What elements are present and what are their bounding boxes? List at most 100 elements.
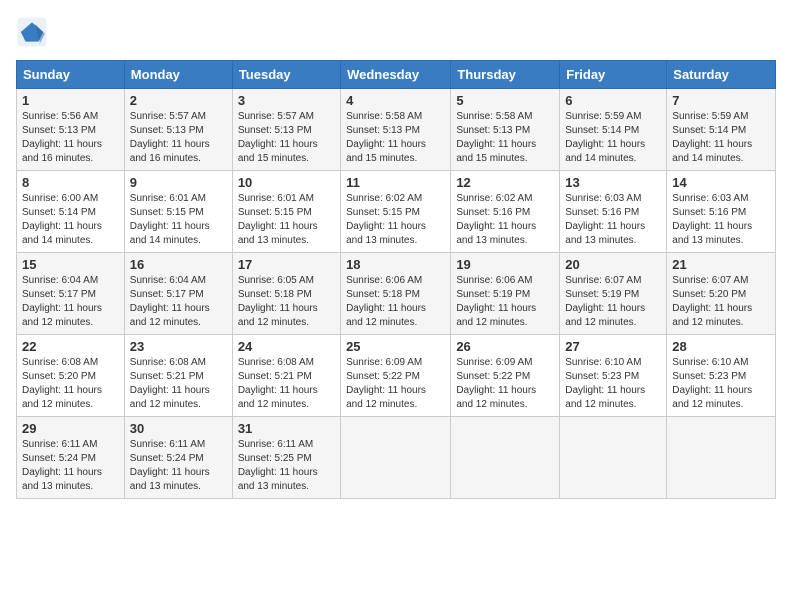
calendar-cell: 16 Sunrise: 6:04 AMSunset: 5:17 PMDaylig… (124, 253, 232, 335)
calendar-cell: 30 Sunrise: 6:11 AMSunset: 5:24 PMDaylig… (124, 417, 232, 499)
calendar-cell (341, 417, 451, 499)
day-number: 23 (130, 339, 227, 354)
calendar-week-3: 15 Sunrise: 6:04 AMSunset: 5:17 PMDaylig… (17, 253, 776, 335)
column-header-tuesday: Tuesday (232, 61, 340, 89)
day-info: Sunrise: 6:00 AMSunset: 5:14 PMDaylight:… (22, 192, 119, 248)
day-number: 24 (238, 339, 335, 354)
day-info: Sunrise: 6:06 AMSunset: 5:18 PMDaylight:… (346, 274, 445, 330)
day-info: Sunrise: 5:58 AMSunset: 5:13 PMDaylight:… (346, 110, 445, 166)
calendar-cell: 17 Sunrise: 6:05 AMSunset: 5:18 PMDaylig… (232, 253, 340, 335)
calendar-cell: 9 Sunrise: 6:01 AMSunset: 5:15 PMDayligh… (124, 171, 232, 253)
day-info: Sunrise: 5:59 AMSunset: 5:14 PMDaylight:… (565, 110, 661, 166)
day-info: Sunrise: 5:56 AMSunset: 5:13 PMDaylight:… (22, 110, 119, 166)
calendar-cell: 13 Sunrise: 6:03 AMSunset: 5:16 PMDaylig… (560, 171, 667, 253)
day-number: 11 (346, 175, 445, 190)
calendar-cell: 7 Sunrise: 5:59 AMSunset: 5:14 PMDayligh… (667, 89, 776, 171)
day-number: 2 (130, 93, 227, 108)
day-info: Sunrise: 6:09 AMSunset: 5:22 PMDaylight:… (346, 356, 445, 412)
day-info: Sunrise: 6:10 AMSunset: 5:23 PMDaylight:… (565, 356, 661, 412)
day-number: 6 (565, 93, 661, 108)
day-info: Sunrise: 6:11 AMSunset: 5:25 PMDaylight:… (238, 438, 335, 494)
day-info: Sunrise: 6:02 AMSunset: 5:16 PMDaylight:… (456, 192, 554, 248)
calendar-cell: 2 Sunrise: 5:57 AMSunset: 5:13 PMDayligh… (124, 89, 232, 171)
day-info: Sunrise: 6:01 AMSunset: 5:15 PMDaylight:… (238, 192, 335, 248)
column-header-thursday: Thursday (451, 61, 560, 89)
day-info: Sunrise: 6:02 AMSunset: 5:15 PMDaylight:… (346, 192, 445, 248)
day-number: 5 (456, 93, 554, 108)
day-info: Sunrise: 6:11 AMSunset: 5:24 PMDaylight:… (130, 438, 227, 494)
day-number: 7 (672, 93, 770, 108)
day-number: 12 (456, 175, 554, 190)
calendar-cell: 28 Sunrise: 6:10 AMSunset: 5:23 PMDaylig… (667, 335, 776, 417)
logo-icon (16, 16, 48, 48)
calendar-cell (560, 417, 667, 499)
day-info: Sunrise: 6:07 AMSunset: 5:20 PMDaylight:… (672, 274, 770, 330)
day-info: Sunrise: 6:04 AMSunset: 5:17 PMDaylight:… (130, 274, 227, 330)
calendar-cell: 27 Sunrise: 6:10 AMSunset: 5:23 PMDaylig… (560, 335, 667, 417)
column-header-friday: Friday (560, 61, 667, 89)
calendar-cell: 11 Sunrise: 6:02 AMSunset: 5:15 PMDaylig… (341, 171, 451, 253)
calendar-week-5: 29 Sunrise: 6:11 AMSunset: 5:24 PMDaylig… (17, 417, 776, 499)
day-info: Sunrise: 5:59 AMSunset: 5:14 PMDaylight:… (672, 110, 770, 166)
calendar-cell: 23 Sunrise: 6:08 AMSunset: 5:21 PMDaylig… (124, 335, 232, 417)
day-number: 17 (238, 257, 335, 272)
column-header-sunday: Sunday (17, 61, 125, 89)
day-number: 14 (672, 175, 770, 190)
calendar-cell: 31 Sunrise: 6:11 AMSunset: 5:25 PMDaylig… (232, 417, 340, 499)
day-info: Sunrise: 6:08 AMSunset: 5:21 PMDaylight:… (130, 356, 227, 412)
calendar-cell: 14 Sunrise: 6:03 AMSunset: 5:16 PMDaylig… (667, 171, 776, 253)
column-header-saturday: Saturday (667, 61, 776, 89)
day-number: 8 (22, 175, 119, 190)
calendar-cell (667, 417, 776, 499)
day-number: 30 (130, 421, 227, 436)
calendar-table: SundayMondayTuesdayWednesdayThursdayFrid… (16, 60, 776, 499)
day-info: Sunrise: 6:09 AMSunset: 5:22 PMDaylight:… (456, 356, 554, 412)
calendar-cell: 3 Sunrise: 5:57 AMSunset: 5:13 PMDayligh… (232, 89, 340, 171)
day-number: 26 (456, 339, 554, 354)
calendar-week-4: 22 Sunrise: 6:08 AMSunset: 5:20 PMDaylig… (17, 335, 776, 417)
calendar-cell: 21 Sunrise: 6:07 AMSunset: 5:20 PMDaylig… (667, 253, 776, 335)
calendar-cell: 20 Sunrise: 6:07 AMSunset: 5:19 PMDaylig… (560, 253, 667, 335)
day-number: 27 (565, 339, 661, 354)
calendar-cell: 4 Sunrise: 5:58 AMSunset: 5:13 PMDayligh… (341, 89, 451, 171)
day-number: 19 (456, 257, 554, 272)
day-number: 18 (346, 257, 445, 272)
day-number: 15 (22, 257, 119, 272)
column-header-monday: Monday (124, 61, 232, 89)
day-info: Sunrise: 5:58 AMSunset: 5:13 PMDaylight:… (456, 110, 554, 166)
page-header (16, 16, 776, 48)
day-info: Sunrise: 6:08 AMSunset: 5:20 PMDaylight:… (22, 356, 119, 412)
calendar-cell: 8 Sunrise: 6:00 AMSunset: 5:14 PMDayligh… (17, 171, 125, 253)
day-info: Sunrise: 6:03 AMSunset: 5:16 PMDaylight:… (565, 192, 661, 248)
calendar-cell: 22 Sunrise: 6:08 AMSunset: 5:20 PMDaylig… (17, 335, 125, 417)
logo (16, 16, 52, 48)
day-number: 3 (238, 93, 335, 108)
column-header-wednesday: Wednesday (341, 61, 451, 89)
day-number: 16 (130, 257, 227, 272)
day-info: Sunrise: 6:07 AMSunset: 5:19 PMDaylight:… (565, 274, 661, 330)
calendar-cell: 6 Sunrise: 5:59 AMSunset: 5:14 PMDayligh… (560, 89, 667, 171)
calendar-cell: 26 Sunrise: 6:09 AMSunset: 5:22 PMDaylig… (451, 335, 560, 417)
day-number: 1 (22, 93, 119, 108)
day-number: 20 (565, 257, 661, 272)
day-number: 13 (565, 175, 661, 190)
calendar-cell: 24 Sunrise: 6:08 AMSunset: 5:21 PMDaylig… (232, 335, 340, 417)
day-number: 31 (238, 421, 335, 436)
calendar-header-row: SundayMondayTuesdayWednesdayThursdayFrid… (17, 61, 776, 89)
calendar-week-2: 8 Sunrise: 6:00 AMSunset: 5:14 PMDayligh… (17, 171, 776, 253)
day-number: 25 (346, 339, 445, 354)
day-number: 21 (672, 257, 770, 272)
day-info: Sunrise: 5:57 AMSunset: 5:13 PMDaylight:… (130, 110, 227, 166)
calendar-week-1: 1 Sunrise: 5:56 AMSunset: 5:13 PMDayligh… (17, 89, 776, 171)
calendar-cell (451, 417, 560, 499)
calendar-cell: 25 Sunrise: 6:09 AMSunset: 5:22 PMDaylig… (341, 335, 451, 417)
day-number: 4 (346, 93, 445, 108)
day-info: Sunrise: 6:05 AMSunset: 5:18 PMDaylight:… (238, 274, 335, 330)
day-number: 10 (238, 175, 335, 190)
calendar-cell: 5 Sunrise: 5:58 AMSunset: 5:13 PMDayligh… (451, 89, 560, 171)
calendar-cell: 15 Sunrise: 6:04 AMSunset: 5:17 PMDaylig… (17, 253, 125, 335)
day-info: Sunrise: 6:04 AMSunset: 5:17 PMDaylight:… (22, 274, 119, 330)
day-number: 28 (672, 339, 770, 354)
calendar-cell: 18 Sunrise: 6:06 AMSunset: 5:18 PMDaylig… (341, 253, 451, 335)
day-info: Sunrise: 6:10 AMSunset: 5:23 PMDaylight:… (672, 356, 770, 412)
